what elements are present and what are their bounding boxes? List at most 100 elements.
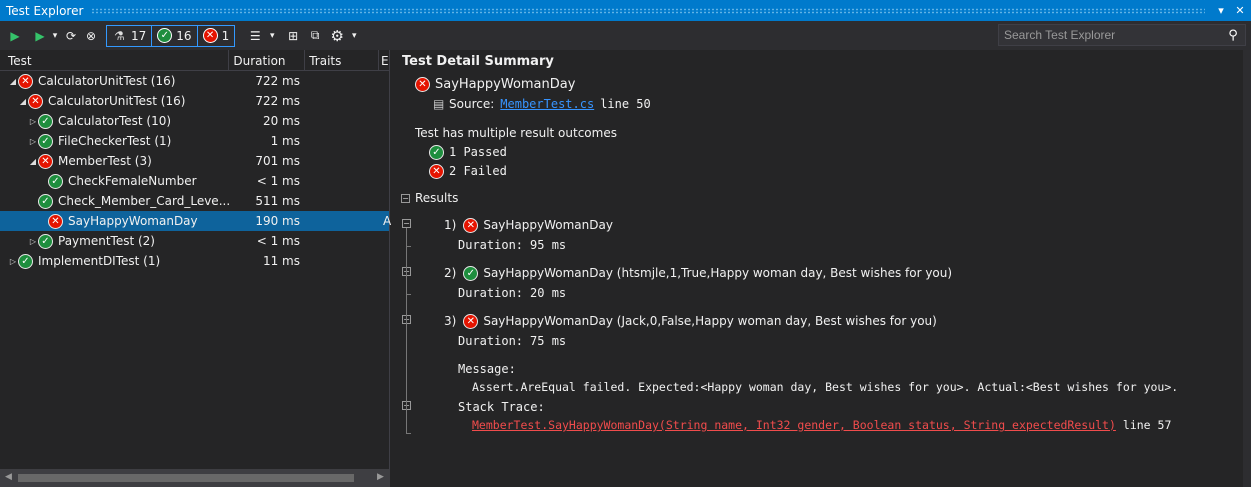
failed-summary-text: 2 Failed [449,164,507,178]
tree-row[interactable]: ▷ ✓ FileCheckerTest (1) 1 ms [0,131,389,151]
tree-row[interactable]: ▷ ✓ CalculatorTest (10) 20 ms [0,111,389,131]
horizontal-scrollbar[interactable]: ◀ ▶ [0,469,390,487]
failed-icon: ✕ [463,217,479,233]
stack-trace-line: line 57 [1122,418,1172,432]
passed-count: 16 [176,28,192,43]
outcomes-title: Test has multiple result outcomes [415,126,617,140]
result-2-duration: 20 ms [530,286,567,300]
passed-icon: ✓ [463,265,479,281]
failed-icon: ✕ [18,73,33,89]
failed-icon: ✕ [202,28,218,43]
collapse-results-icon[interactable]: − [401,193,410,203]
result-1-duration-row: Duration: 95 ms [458,236,566,254]
cancel-icon[interactable]: ⊗ [82,25,100,47]
column-header-traits[interactable]: Traits [305,50,380,71]
result-1-duration-label: Duration: [458,238,524,252]
tree-row[interactable]: ▷ ✓ PaymentTest (2) < 1 ms [0,231,389,251]
close-icon[interactable]: ✕ [1232,3,1248,19]
result-1-name: SayHappyWomanDay [483,218,613,232]
result-3-duration-row: Duration: 75 ms [458,332,566,350]
failed-icon: ✕ [38,153,53,169]
gear-icon[interactable]: ⚙ [327,25,347,47]
guide-tick [406,294,411,295]
total-count: 17 [131,28,147,43]
collapse-result-1-icon[interactable]: − [402,219,411,228]
document-icon: ▤ [433,97,445,111]
tree-row[interactable]: ▷ ✓ ImplementDITest (1) 11 ms [0,251,389,271]
collapsed-arrow-icon[interactable]: ▷ [28,237,38,246]
tree-row[interactable]: ◢ ✕ CalculatorUnitTest (16) 722 ms [0,71,389,91]
collapsed-arrow-icon[interactable]: ▷ [28,137,38,146]
passed-icon: ✓ [38,233,53,249]
results-guide-line [406,228,407,434]
tree-row[interactable]: ◢ ✕ CalculatorUnitTest (16) 722 ms [0,91,389,111]
column-header-duration[interactable]: Duration [229,50,306,71]
detail-test-title: ✕ SayHappyWomanDay [415,75,575,93]
scrollbar-thumb[interactable] [18,474,354,482]
column-header-test[interactable]: Test [0,50,230,71]
total-tests-filter[interactable]: ⚗ 17 [107,25,153,46]
tree-row-label: CalculatorUnitTest (16) [48,94,186,108]
tree-row-name-cell: ✓ CheckFemaleNumber [0,173,230,189]
result-3-title: 3) ✕ SayHappyWomanDay (Jack,0,False,Happ… [444,312,937,330]
collapsed-arrow-icon[interactable]: ▷ [28,117,38,126]
passed-tests-filter[interactable]: ✓ 16 [152,25,198,46]
playlist-icon[interactable]: ☰ [245,25,265,47]
result-2-duration-label: Duration: [458,286,524,300]
failed-tests-filter[interactable]: ✕ 1 [198,26,235,46]
column-headers: Test Duration Traits E [0,50,389,71]
result-3-duration: 75 ms [530,334,567,348]
result-3-name: SayHappyWomanDay (Jack,0,False,Happy wom… [483,314,937,328]
tree-row-name-cell: ✓ Check_Member_Card_Leve... [0,193,230,209]
copy-icon[interactable]: ⧉ [305,25,325,47]
failed-icon: ✕ [48,213,63,229]
tree-row[interactable]: ◢ ✕ MemberTest (3) 701 ms [0,151,389,171]
detail-test-name: SayHappyWomanDay [435,76,576,92]
tree-row-name-cell: ◢ ✕ CalculatorUnitTest (16) [0,93,230,109]
tree-row[interactable]: ✓ CheckFemaleNumber < 1 ms [0,171,389,191]
column-header-extra[interactable]: E [379,50,389,71]
window-position-icon[interactable]: ▾ [1213,3,1229,19]
result-1-title: 1) ✕ SayHappyWomanDay [444,216,613,234]
source-file-link[interactable]: MemberTest.cs [500,97,594,111]
tree-row-label: PaymentTest (2) [58,234,155,248]
collapsed-arrow-icon[interactable]: ▷ [8,257,18,266]
tree-row-duration: < 1 ms [256,234,300,248]
group-by-icon[interactable]: ⊞ [283,25,303,47]
detail-header: Test Detail Summary [402,53,554,69]
settings-dropdown-icon[interactable]: ▾ [349,25,359,47]
failed-icon: ✕ [415,76,430,92]
expanded-arrow-icon[interactable]: ◢ [8,77,18,86]
tree-row-duration: 511 ms [255,194,300,208]
results-section-header: − Results [401,189,458,207]
stack-trace-row: MemberTest.SayHappyWomanDay(String name,… [472,416,1171,434]
tree-row-name-cell: ▷ ✓ FileCheckerTest (1) [0,133,230,149]
passed-summary: ✓ 1 Passed [429,143,507,161]
run-icon[interactable]: ▶ [32,25,48,47]
passed-icon: ✓ [157,28,173,43]
vertical-scrollbar[interactable] [1243,50,1251,487]
expanded-arrow-icon[interactable]: ◢ [28,157,38,166]
tree-row[interactable]: ✕ SayHappyWomanDay 190 ms A [0,211,392,231]
expanded-arrow-icon[interactable]: ◢ [18,97,28,106]
run-dropdown-icon[interactable]: ▾ [50,25,60,47]
tree-row-label: CalculatorUnitTest (16) [38,74,176,88]
tree-row-duration: 722 ms [255,94,300,108]
tree-row[interactable]: ✓ Check_Member_Card_Leve... 511 ms [0,191,389,211]
tree-row-duration: 722 ms [255,74,300,88]
playlist-dropdown-icon[interactable]: ▾ [267,25,277,47]
search-icon[interactable]: ⚲ [1221,28,1245,43]
drag-grip[interactable] [91,7,1205,14]
tree-row-duration: 701 ms [255,154,300,168]
search-input[interactable] [999,25,1221,45]
result-1-duration: 95 ms [530,238,567,252]
run-all-icon[interactable]: ▶ [6,25,24,47]
tree-row-extra: A [383,214,392,228]
tree-row-label: FileCheckerTest (1) [58,134,172,148]
failed-icon: ✕ [463,313,479,329]
scroll-left-icon[interactable]: ◀ [5,472,12,482]
stack-trace-link[interactable]: MemberTest.SayHappyWomanDay(String name,… [472,418,1116,432]
scroll-right-icon[interactable]: ▶ [377,472,384,482]
test-tree: ◢ ✕ CalculatorUnitTest (16) 722 ms ◢ ✕ Calcula… [0,71,392,271]
repeat-last-run-icon[interactable]: ⟳ [62,25,80,47]
